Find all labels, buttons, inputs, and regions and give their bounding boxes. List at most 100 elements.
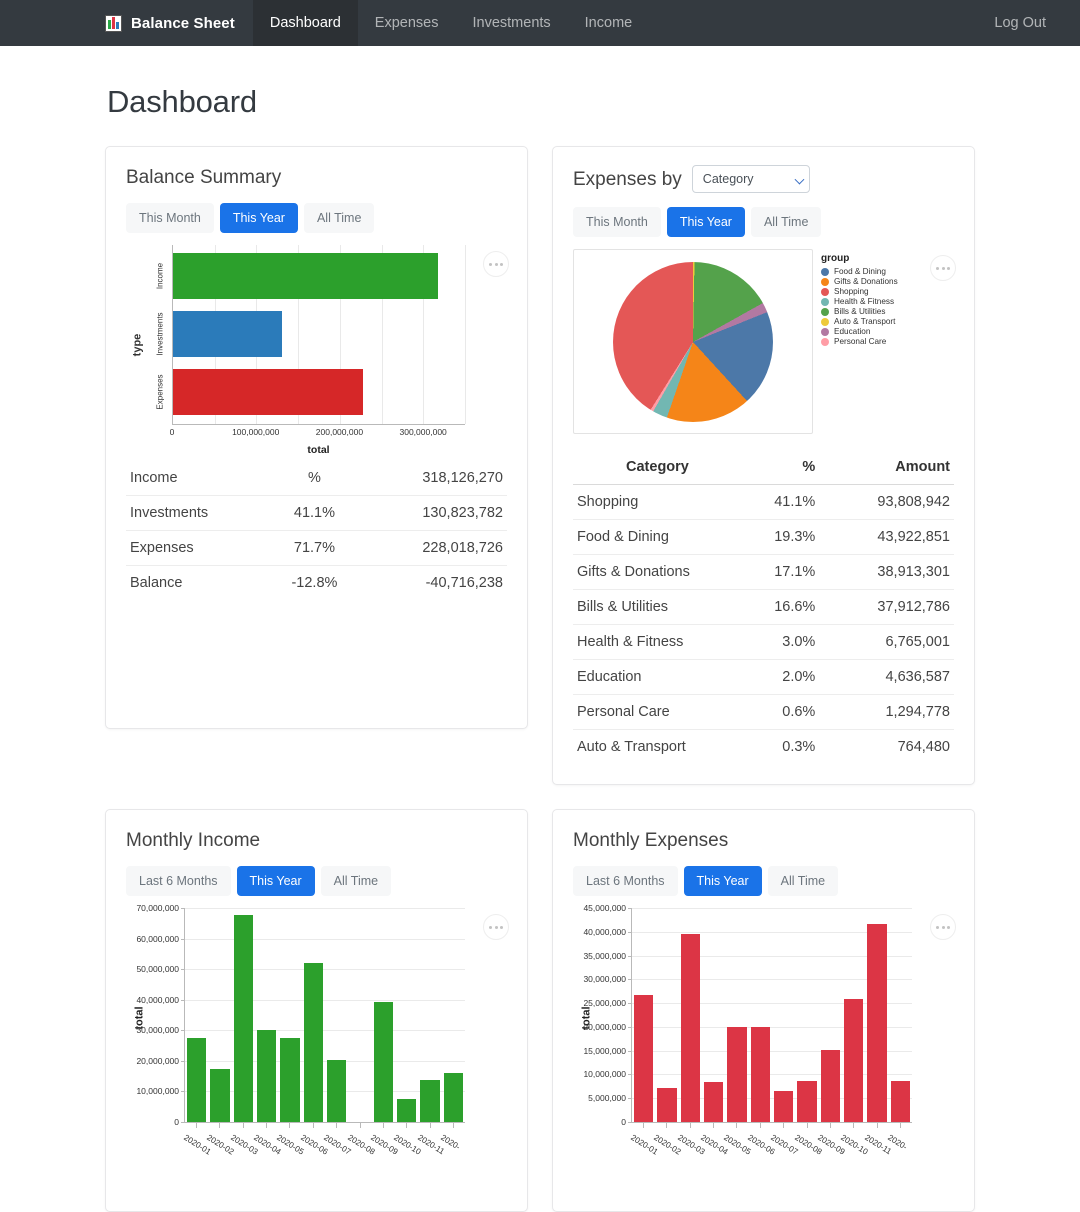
nav-link-investments[interactable]: Investments: [455, 0, 567, 46]
balance-summary-chart-wrap: type IncomeInvestmentsExpenses 0100,000,…: [126, 245, 507, 445]
legend-item[interactable]: Bills & Utilities: [821, 307, 898, 316]
expenses-group-by-value: Category: [703, 172, 754, 186]
balance-chart-y-title: type: [131, 334, 143, 357]
chevron-down-icon: [794, 175, 804, 185]
nav-link-dashboard[interactable]: Dashboard: [253, 0, 358, 46]
x-tick-label: 200,000,000: [316, 427, 363, 437]
legend-item[interactable]: Food & Dining: [821, 267, 898, 276]
legend-item[interactable]: Health & Fitness: [821, 297, 898, 306]
expense-amount: 37,912,786: [841, 590, 954, 625]
x-tick-mark: [830, 1123, 831, 1128]
expense-bar-2020-03: [681, 934, 700, 1122]
table-row: Balance -12.8% -40,716,238: [126, 566, 507, 601]
y-tick-label: 30,000,000: [136, 1025, 179, 1035]
expenses-range-this-year[interactable]: This Year: [667, 207, 745, 237]
table-header-row: Category % Amount: [573, 450, 954, 485]
expense-amount: 4,636,587: [841, 660, 954, 695]
y-tick-label: 40,000,000: [583, 927, 626, 937]
expenses-group-by-select[interactable]: Category: [692, 165, 810, 193]
bar-slot: [325, 908, 348, 1122]
x-tick-mark: [853, 1123, 854, 1128]
bar: [173, 369, 363, 415]
income-range-this-year[interactable]: This Year: [237, 866, 315, 896]
more-options-icon[interactable]: [930, 255, 956, 281]
bar-slot: [655, 908, 678, 1122]
expense-amount: 764,480: [841, 730, 954, 765]
col-header-category: Category: [573, 450, 742, 485]
nav-link-expenses[interactable]: Expenses: [358, 0, 456, 46]
col-header-pct: %: [742, 450, 841, 485]
bar-slot: [842, 908, 865, 1122]
x-tick-mark: [430, 1123, 431, 1128]
income-bar-2020-06: [304, 963, 323, 1122]
legend-item[interactable]: Personal Care: [821, 337, 898, 346]
expense-bar-2020-05: [727, 1027, 746, 1122]
expense-amount: 1,294,778: [841, 695, 954, 730]
legend-swatch-icon: [821, 278, 829, 286]
bar-slot: [889, 908, 912, 1122]
balance-range-this-year[interactable]: This Year: [220, 203, 298, 233]
mexp-range-all-time[interactable]: All Time: [768, 866, 838, 896]
expense-category: Health & Fitness: [573, 625, 742, 660]
expenses-range-this-month[interactable]: This Month: [573, 207, 661, 237]
legend-label: Shopping: [834, 287, 869, 296]
expense-pct: 16.6%: [742, 590, 841, 625]
bar: [173, 311, 282, 357]
mexp-chart-plot-area: 05,000,00010,000,00015,000,00020,000,000…: [631, 908, 912, 1123]
bar-slot: [255, 908, 278, 1122]
legend-item[interactable]: Gifts & Donations: [821, 277, 898, 286]
legend-items: Food & DiningGifts & DonationsShoppingHe…: [821, 267, 898, 346]
x-tick-mark: [760, 1123, 761, 1128]
balance-summary-bar-chart: type IncomeInvestmentsExpenses 0100,000,…: [126, 245, 507, 445]
income-chart-plot-area: 010,000,00020,000,00030,000,00040,000,00…: [184, 908, 465, 1123]
bar-slot: [819, 908, 842, 1122]
monthly-expenses-bar-chart: total 05,000,00010,000,00015,000,00020,0…: [573, 908, 954, 1158]
bar-slot: [795, 908, 818, 1122]
bar-slot: [395, 908, 418, 1122]
brand[interactable]: Balance Sheet: [105, 0, 253, 46]
bar-category-label: Investments: [156, 312, 165, 355]
mexp-range-this-year[interactable]: This Year: [684, 866, 762, 896]
balance-row-pct: 41.1%: [270, 496, 360, 531]
y-tick-label: 40,000,000: [136, 995, 179, 1005]
balance-range-all-time[interactable]: All Time: [304, 203, 374, 233]
legend-item[interactable]: Auto & Transport: [821, 317, 898, 326]
expense-category: Education: [573, 660, 742, 695]
bar-slot: [749, 908, 772, 1122]
legend-item[interactable]: Education: [821, 327, 898, 336]
legend-title: group: [821, 253, 898, 264]
table-row: Food & Dining19.3%43,922,851: [573, 520, 954, 555]
logout-link[interactable]: Log Out: [990, 15, 1050, 31]
expenses-pie-plot-area: [573, 249, 813, 434]
x-tick-mark: [690, 1123, 691, 1128]
balance-row-pct: -12.8%: [270, 566, 360, 601]
y-tick-label: 70,000,000: [136, 903, 179, 913]
bar-category-label: Expenses: [156, 374, 165, 409]
legend-swatch-icon: [821, 328, 829, 336]
expense-pct: 2.0%: [742, 660, 841, 695]
balance-summary-title: Balance Summary: [126, 167, 507, 189]
expense-bar-2020-01: [634, 995, 653, 1122]
expense-amount: 38,913,301: [841, 555, 954, 590]
mexp-range-last-6-months[interactable]: Last 6 Months: [573, 866, 678, 896]
y-tick-label: 10,000,000: [136, 1086, 179, 1096]
balance-row-amount: 318,126,270: [359, 461, 507, 496]
y-tick-label: 30,000,000: [583, 974, 626, 984]
income-range-last-6-months[interactable]: Last 6 Months: [126, 866, 231, 896]
balance-range-this-month[interactable]: This Month: [126, 203, 214, 233]
expense-bar-2020-09: [821, 1050, 840, 1122]
y-tick-label: 0: [174, 1117, 179, 1127]
y-tick-label: 10,000,000: [583, 1069, 626, 1079]
legend-item[interactable]: Shopping: [821, 287, 898, 296]
x-tick-mark: [406, 1123, 407, 1128]
nav-link-income[interactable]: Income: [568, 0, 650, 46]
expenses-range-all-time[interactable]: All Time: [751, 207, 821, 237]
legend-label: Personal Care: [834, 337, 886, 346]
expense-bar-2020-: [891, 1081, 910, 1122]
income-range-all-time[interactable]: All Time: [321, 866, 391, 896]
income-bar-2020-11: [420, 1080, 439, 1122]
balance-row-label: Balance: [126, 566, 270, 601]
income-bar-2020-: [444, 1073, 463, 1122]
balance-row-amount: 130,823,782: [359, 496, 507, 531]
y-tick-label: 60,000,000: [136, 934, 179, 944]
